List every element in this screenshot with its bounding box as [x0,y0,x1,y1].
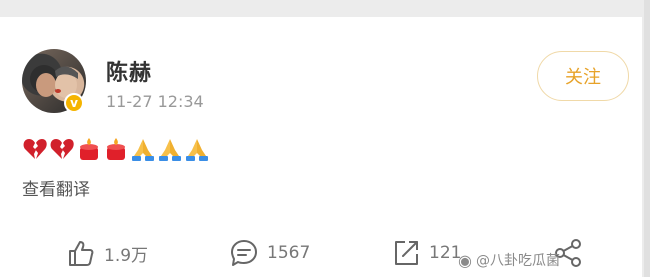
share-arrow-icon [395,241,418,265]
weibo-post-card: v 陈赫 11-27 12:34 关注 查看翻译 1.9万 1567 121 [0,17,642,277]
candle-icon [80,138,98,160]
repost-count: 121 [429,243,462,263]
folded-hands-icon [186,139,208,161]
like-button[interactable]: 1.9万 [66,233,148,273]
repost-button[interactable]: 121 [391,233,461,273]
broken-heart-icon [23,139,47,159]
like-count: 1.9万 [104,245,149,266]
thumbs-up-icon [69,241,94,266]
follow-button[interactable]: 关注 [537,51,629,101]
folded-hands-icon [132,139,154,161]
post-content-emojis [22,135,210,163]
candle-icon [107,138,125,160]
watermark: ◉ @八卦吃瓜菌 [458,250,560,270]
post-timestamp: 11-27 12:34 [106,92,204,111]
author-name[interactable]: 陈赫 [106,55,152,87]
watermark-text: @八卦吃瓜菌 [475,253,560,269]
comment-button[interactable]: 1567 [229,233,310,273]
weibo-logo-icon: ◉ [458,250,472,270]
verified-badge-icon: v [64,93,84,113]
scrollbar[interactable] [644,0,650,277]
folded-hands-icon [159,139,181,161]
follow-button-label: 关注 [565,67,601,88]
view-translation-link[interactable]: 查看翻译 [22,175,90,200]
broken-heart-icon [50,139,74,159]
comment-icon [231,240,257,266]
comment-count: 1567 [267,243,311,263]
